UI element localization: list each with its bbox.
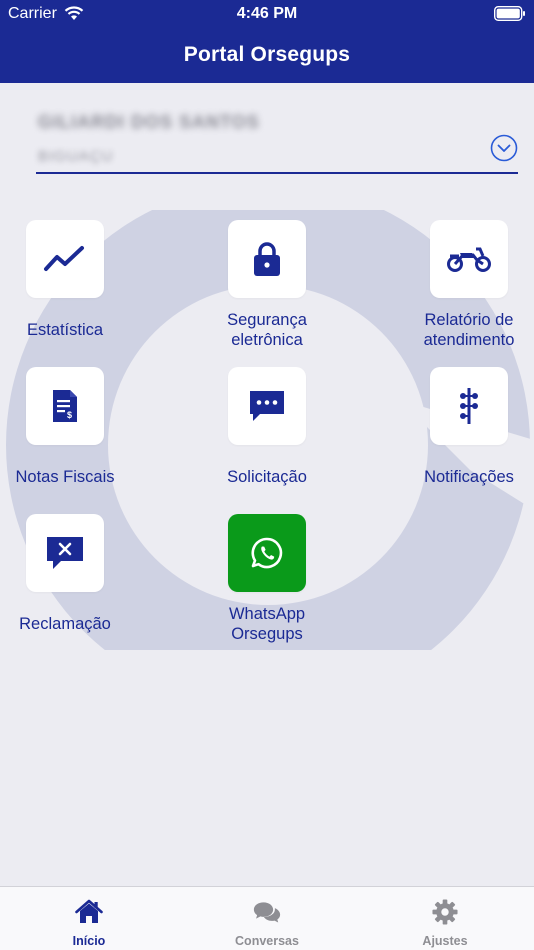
app-header: Carrier 4:46 PM Portal Orsegups bbox=[0, 0, 534, 83]
tile-seguranca-eletronica[interactable]: Segurança eletrônica bbox=[192, 220, 342, 350]
tile-label-line2: Orsegups bbox=[231, 625, 303, 643]
gear-icon bbox=[432, 899, 458, 925]
account-name: GILIARDI DOS SANTOS bbox=[38, 112, 260, 132]
tile-label-line1: WhatsApp bbox=[228, 605, 306, 623]
tile-whatsapp-orsegups[interactable]: WhatsApp Orsegups bbox=[192, 514, 342, 644]
tab-conversas[interactable]: Conversas bbox=[178, 887, 356, 950]
tile-label: Notas Fiscais bbox=[15, 468, 115, 486]
timeline-icon bbox=[460, 388, 478, 424]
tab-label: Ajustes bbox=[422, 934, 468, 948]
chat-x-icon bbox=[47, 537, 83, 569]
reclamacao-button[interactable] bbox=[26, 514, 104, 592]
battery-icon bbox=[494, 6, 525, 21]
tile-notas-fiscais[interactable]: $ Notas Fiscais bbox=[0, 367, 140, 487]
tile-label: Solicitação bbox=[227, 468, 307, 486]
whatsapp-icon bbox=[251, 537, 283, 569]
relatorio-button[interactable] bbox=[430, 220, 508, 298]
tile-notificacoes[interactable]: Notificações bbox=[394, 367, 534, 487]
whatsapp-button[interactable] bbox=[228, 514, 306, 592]
chat-bubbles-icon bbox=[253, 902, 281, 923]
page-title: Portal Orsegups bbox=[183, 43, 351, 66]
tab-inicio[interactable]: Início bbox=[0, 887, 178, 950]
motorcycle-icon bbox=[447, 247, 491, 272]
tile-label-line1: Relatório de bbox=[424, 311, 514, 329]
estatistica-button[interactable] bbox=[26, 220, 104, 298]
chevron-down-icon[interactable] bbox=[490, 134, 518, 162]
tile-label-line2: eletrônica bbox=[231, 331, 303, 349]
status-bar: Carrier 4:46 PM bbox=[0, 0, 534, 28]
tile-label: Estatística bbox=[26, 321, 104, 339]
tab-label: Conversas bbox=[235, 934, 299, 948]
tab-ajustes[interactable]: Ajustes bbox=[356, 887, 534, 950]
account-selector[interactable]: GILIARDI DOS SANTOS BIGUAÇU bbox=[36, 108, 518, 174]
notas-fiscais-button[interactable]: $ bbox=[26, 367, 104, 445]
tile-label: Relatório de atendimento bbox=[394, 310, 534, 350]
notificacoes-button[interactable] bbox=[430, 367, 508, 445]
tile-label: WhatsApp Orsegups bbox=[192, 604, 342, 644]
tile-label: Segurança eletrônica bbox=[192, 310, 342, 350]
lock-icon bbox=[254, 242, 280, 276]
tile-reclamacao[interactable]: Reclamação bbox=[0, 514, 140, 634]
home-icon bbox=[75, 899, 103, 923]
tile-solicitacao[interactable]: Solicitação bbox=[192, 367, 342, 487]
tile-label-line1: Segurança bbox=[227, 311, 307, 329]
tile-relatorio-atendimento[interactable]: Relatório de atendimento bbox=[394, 220, 534, 350]
clock: 4:46 PM bbox=[236, 5, 298, 22]
invoice-icon: $ bbox=[53, 390, 77, 422]
account-location: BIGUAÇU bbox=[38, 148, 114, 165]
tile-label-line2: atendimento bbox=[423, 331, 515, 349]
seguranca-button[interactable] bbox=[228, 220, 306, 298]
tab-bar: Início Conversas Ajustes bbox=[0, 886, 534, 950]
tab-label: Início bbox=[72, 934, 106, 948]
tile-estatistica[interactable]: Estatística bbox=[0, 220, 140, 340]
svg-text:$: $ bbox=[67, 410, 72, 420]
chat-dots-icon bbox=[250, 391, 284, 421]
tile-label: Reclamação bbox=[19, 615, 111, 633]
tile-label: Notificações bbox=[424, 468, 514, 486]
trend-line-icon bbox=[44, 246, 84, 271]
solicitacao-button[interactable] bbox=[228, 367, 306, 445]
